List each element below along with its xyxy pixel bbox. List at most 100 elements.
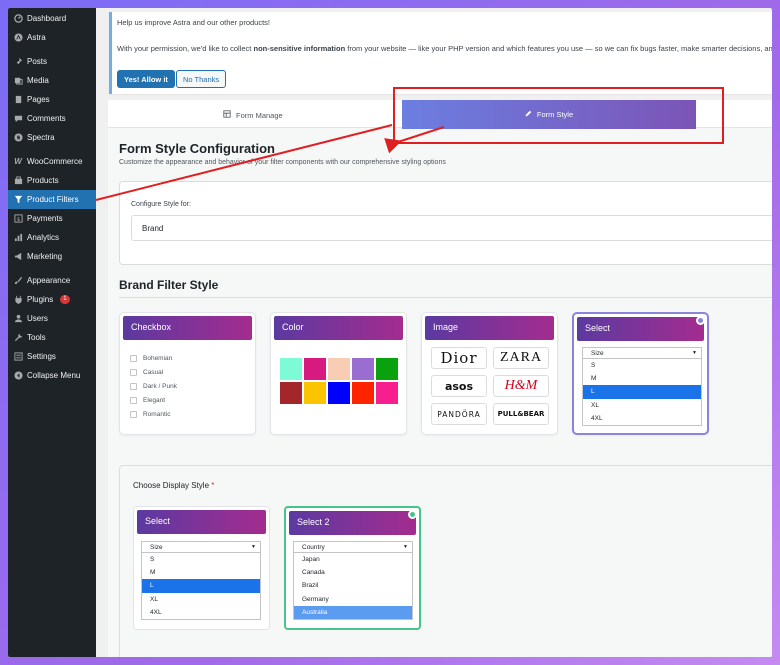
pen-icon — [525, 110, 532, 119]
pin-icon — [13, 57, 23, 67]
caret-down-icon: ▼ — [692, 350, 697, 356]
color-swatch — [280, 358, 302, 380]
sidebar-item-comments[interactable]: Comments — [8, 109, 96, 128]
color-swatch — [304, 382, 326, 404]
sidebar-item-astra[interactable]: Astra — [8, 28, 96, 47]
card-header: Image — [425, 316, 554, 340]
selected-indicator — [408, 510, 417, 519]
sidebar-item-woocommerce[interactable]: W WooCommerce — [8, 152, 96, 171]
style-card-select[interactable]: Select Size ▼ S M L XL 4XL — [572, 312, 709, 435]
select-preview-header: Size ▼ — [583, 348, 701, 359]
card-header: Select — [137, 510, 266, 534]
sidebar-item-posts[interactable]: Posts — [8, 52, 96, 71]
brand-logo-pullbear: PULL&BEAR — [493, 403, 549, 425]
section-divider — [119, 297, 772, 298]
payments-icon: $ — [13, 214, 23, 224]
configure-style-box: Configure Style for: Brand — [119, 181, 772, 265]
color-swatch — [280, 382, 302, 404]
sidebar-item-plugins[interactable]: Plugins 1 — [8, 290, 96, 309]
svg-text:$: $ — [16, 217, 19, 223]
astra-icon — [13, 33, 23, 43]
select-preview: Size ▼ S M L XL 4XL — [141, 541, 261, 620]
page-subtitle: Customize the appearance and behavior of… — [119, 159, 446, 166]
select-option: 4XL — [150, 608, 162, 616]
display-card-select2[interactable]: Select 2 Country ▼ Japan Canada Brazil Ge… — [284, 506, 421, 630]
marketing-icon — [13, 252, 23, 262]
configure-style-label: Configure Style for: — [131, 201, 191, 208]
sidebar-item-payments[interactable]: $ Payments — [8, 209, 96, 228]
sidebar-item-users[interactable]: Users — [8, 309, 96, 328]
sidebar-item-products[interactable]: Products — [8, 171, 96, 190]
color-swatch — [376, 358, 398, 380]
comments-icon — [13, 114, 23, 124]
sidebar-item-appearance[interactable]: Appearance — [8, 271, 96, 290]
sidebar-item-tools[interactable]: Tools — [8, 328, 96, 347]
no-thanks-button[interactable]: No Thanks — [176, 70, 227, 88]
card-header: Checkbox — [123, 316, 252, 340]
brand-filter-style-title: Brand Filter Style — [119, 278, 219, 292]
style-card-color[interactable]: Color — [270, 312, 407, 435]
sidebar-item-spectra[interactable]: Spectra — [8, 128, 96, 147]
select-preview-header: Size ▼ — [142, 542, 260, 553]
select2-preview: Country ▼ Japan Canada Brazil Germany Aus… — [293, 541, 413, 620]
tab-form-style[interactable]: Form Style — [402, 100, 696, 129]
select-preview: Size ▼ S M L XL 4XL — [582, 347, 702, 426]
card-header: Color — [274, 316, 403, 340]
style-card-image[interactable]: Image Dior ZARA asos H&M PANDÖRA PULL&BE… — [421, 312, 558, 435]
color-swatch — [352, 382, 374, 404]
brand-logo-asos: asos — [431, 375, 487, 397]
configure-style-select[interactable]: Brand — [131, 215, 772, 241]
checkbox — [130, 397, 137, 405]
pages-icon — [13, 95, 23, 105]
caret-down-icon: ▼ — [403, 544, 408, 550]
checkbox-option: Dark / Punk — [130, 379, 177, 393]
sidebar-item-marketing[interactable]: Marketing — [8, 247, 96, 266]
checkbox-list: Bohemian Casual Dark / Punk Elegant Roma… — [130, 351, 177, 422]
color-swatch — [376, 382, 398, 404]
select-option: Japan — [302, 556, 320, 564]
sidebar-item-product-filters[interactable]: Product Filters — [8, 190, 96, 209]
selected-indicator — [696, 316, 705, 325]
notice-title: Help us improve Astra and our other prod… — [117, 18, 270, 27]
brand-logo-pandora: PANDÖRA — [431, 403, 487, 425]
form-style-panel: Form Manage Form Style Form Style Config… — [108, 100, 772, 657]
checkbox — [130, 411, 137, 419]
display-style-box: Choose Display Style * Select Size ▼ S M … — [119, 465, 772, 657]
filter-icon — [13, 195, 23, 205]
checkbox — [130, 368, 137, 376]
sidebar-item-media[interactable]: Media — [8, 71, 96, 90]
sidebar-item-collapse-menu[interactable]: Collapse Menu — [8, 366, 96, 385]
brand-logo-zara: ZARA — [493, 347, 549, 369]
style-card-checkbox[interactable]: Checkbox Bohemian Casual Dark / Punk Ele… — [119, 312, 256, 435]
table-icon — [223, 110, 231, 120]
color-swatch — [328, 382, 350, 404]
select-option: Germany — [302, 595, 329, 603]
caret-down-icon: ▼ — [251, 544, 256, 550]
settings-icon — [13, 352, 23, 362]
sidebar-item-dashboard[interactable]: Dashboard — [8, 9, 96, 28]
select-option: S — [591, 362, 596, 370]
sidebar-item-settings[interactable]: Settings — [8, 347, 96, 366]
color-swatches — [280, 358, 398, 404]
select-option-selected: L — [142, 579, 260, 593]
card-header: Select — [577, 317, 704, 341]
checkbox-option: Casual — [130, 365, 177, 379]
media-icon — [13, 76, 23, 86]
color-swatch — [328, 358, 350, 380]
main-content: Help us improve Astra and our other prod… — [96, 8, 772, 657]
page-title: Form Style Configuration — [119, 141, 275, 156]
select-option: XL — [150, 595, 158, 603]
color-swatch — [304, 358, 326, 380]
select-option: M — [150, 569, 156, 577]
checkbox-option: Romantic — [130, 408, 177, 422]
display-card-select[interactable]: Select Size ▼ S M L XL 4XL — [133, 506, 270, 630]
brand-logos: Dior ZARA asos H&M PANDÖRA PULL&BEAR — [431, 347, 549, 425]
tab-form-manage[interactable]: Form Manage — [223, 110, 283, 120]
allow-tracking-button[interactable]: Yes! Allow it — [117, 70, 175, 88]
products-icon — [13, 176, 23, 186]
sidebar-item-analytics[interactable]: Analytics — [8, 228, 96, 247]
sidebar-item-pages[interactable]: Pages — [8, 90, 96, 109]
checkbox — [130, 354, 137, 362]
select-option: XL — [591, 401, 599, 409]
select-option: Canada — [302, 569, 325, 577]
